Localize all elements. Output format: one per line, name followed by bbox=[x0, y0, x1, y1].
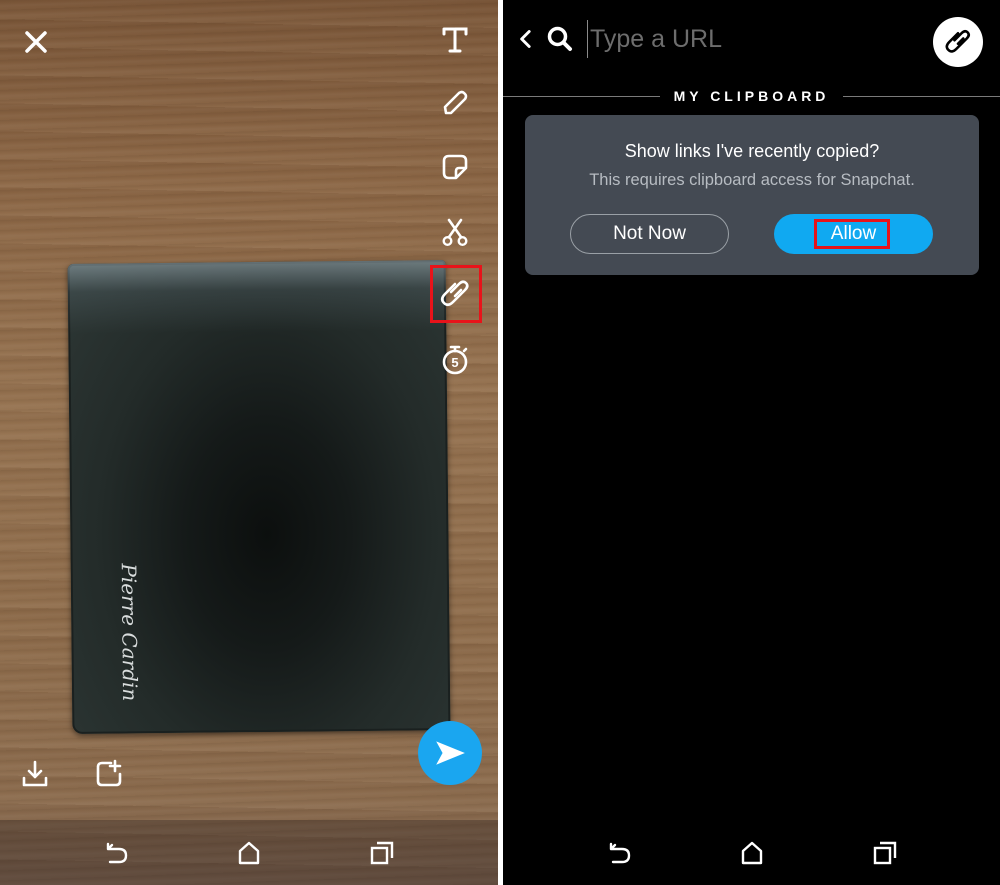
paperclip-icon bbox=[440, 280, 469, 307]
timer-tool-button[interactable]: 5 bbox=[435, 339, 475, 379]
sticker-icon bbox=[442, 154, 468, 180]
paperclip-tool-button[interactable] bbox=[435, 274, 475, 314]
pencil-tool-button[interactable] bbox=[435, 83, 475, 123]
close-button[interactable] bbox=[16, 22, 56, 62]
dialog-title: Show links I've recently copied? bbox=[624, 141, 880, 161]
clipboard-permission-dialog: Show links I've recently copied? This re… bbox=[525, 115, 979, 275]
nav-recents-button[interactable] bbox=[365, 838, 399, 868]
nav-back-button[interactable] bbox=[100, 838, 134, 868]
wallet-brand-text: Pierre Cardin bbox=[116, 563, 143, 702]
paperclip-icon bbox=[945, 29, 971, 53]
scissors-icon bbox=[442, 218, 468, 247]
header-rule-right bbox=[843, 96, 1000, 97]
android-navbar-right bbox=[503, 820, 1000, 885]
home-icon bbox=[238, 841, 260, 865]
back-icon bbox=[106, 842, 128, 864]
home-icon bbox=[741, 841, 763, 865]
search-icon bbox=[547, 26, 572, 51]
nav-home-button[interactable] bbox=[232, 838, 266, 868]
url-input[interactable] bbox=[587, 20, 917, 58]
clipboard-section-header: MY CLIPBOARD bbox=[503, 86, 1000, 106]
text-tool-button[interactable] bbox=[435, 20, 475, 60]
sticker-tool-button[interactable] bbox=[435, 147, 475, 187]
text-T-icon bbox=[442, 27, 468, 53]
close-x-icon bbox=[25, 31, 47, 53]
snap-editor-panel: Pierre Cardin 5 bbox=[0, 0, 498, 885]
back-icon bbox=[609, 842, 631, 864]
nav-home-button[interactable] bbox=[735, 838, 769, 868]
not-now-button[interactable]: Not Now bbox=[570, 214, 729, 254]
download-icon bbox=[22, 760, 48, 787]
timer-icon: 5 bbox=[442, 345, 468, 375]
attach-link-button[interactable] bbox=[933, 17, 983, 67]
android-navbar-left bbox=[0, 820, 498, 885]
chevron-left-icon bbox=[520, 30, 531, 48]
timer-value: 5 bbox=[451, 355, 458, 370]
recents-icon bbox=[873, 841, 897, 865]
nav-recents-button[interactable] bbox=[868, 838, 902, 868]
scissors-tool-button[interactable] bbox=[435, 212, 475, 252]
send-button[interactable] bbox=[418, 721, 482, 785]
recents-icon bbox=[370, 841, 394, 865]
back-button[interactable] bbox=[513, 24, 537, 54]
dialog-subtitle: This requires clipboard access for Snapc… bbox=[589, 171, 915, 189]
save-button[interactable] bbox=[15, 754, 55, 794]
wallet-photo: Pierre Cardin bbox=[67, 260, 451, 734]
add-to-story-button[interactable] bbox=[89, 754, 129, 794]
allow-button[interactable]: Allow bbox=[774, 214, 933, 254]
nav-back-button[interactable] bbox=[603, 838, 637, 868]
add-to-story-icon bbox=[96, 759, 122, 787]
send-arrow-icon bbox=[436, 741, 465, 765]
pencil-icon bbox=[443, 90, 468, 115]
attach-url-panel: MY CLIPBOARD Show links I've recently co… bbox=[503, 0, 1000, 885]
